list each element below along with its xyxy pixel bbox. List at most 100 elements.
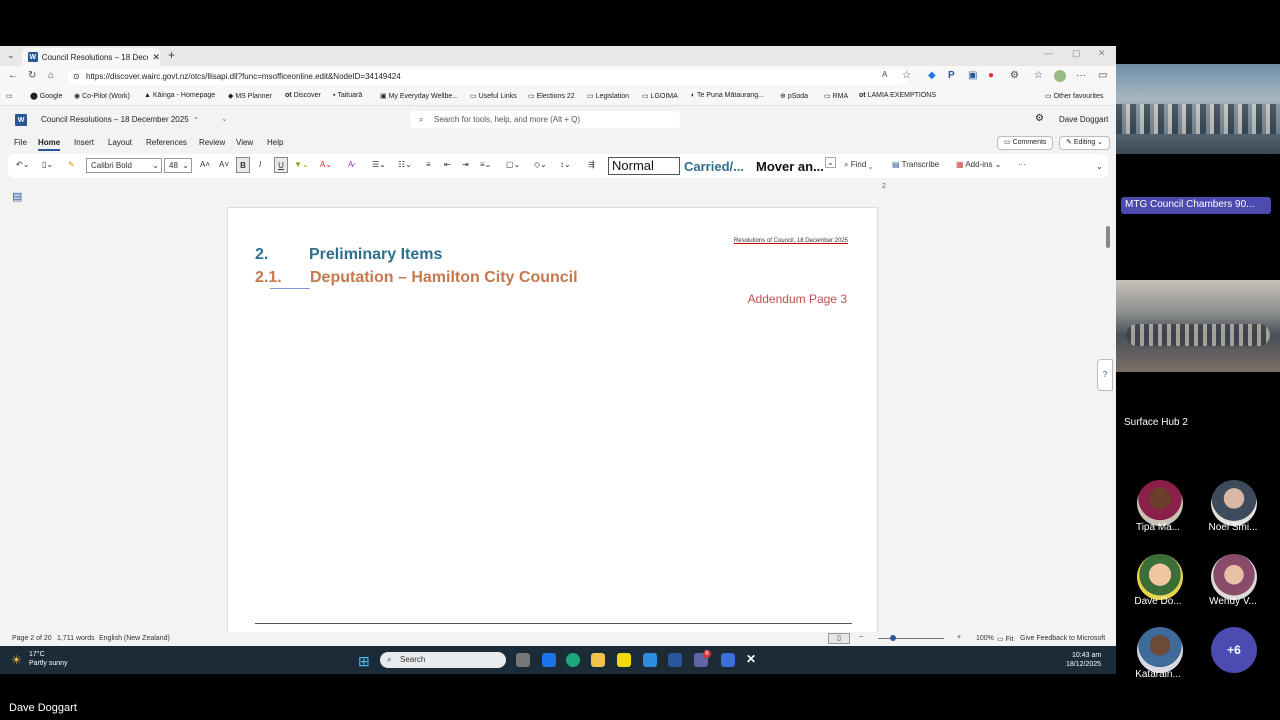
favourites-toggle-icon[interactable]: ▭ xyxy=(6,92,13,100)
extensions-icon[interactable]: ⚙ xyxy=(1010,70,1019,81)
clear-formatting-icon[interactable]: A̷ xyxy=(348,160,353,169)
word-taskbar-icon[interactable] xyxy=(668,653,682,667)
participant-avatar[interactable] xyxy=(1137,480,1183,526)
bullets-icon[interactable]: ☰⌄ xyxy=(372,160,386,169)
collections-icon[interactable]: ☆ xyxy=(1034,70,1043,81)
sidebar-icon[interactable]: ▭ xyxy=(1098,70,1107,81)
line-spacing-icon[interactable]: ↕⌄ xyxy=(560,160,571,169)
chat-icon[interactable] xyxy=(721,653,735,667)
tab-layout[interactable]: Layout xyxy=(108,138,132,147)
style-mover[interactable]: Mover an... xyxy=(756,159,824,174)
tab-file[interactable]: File xyxy=(14,138,27,147)
word-count[interactable]: 1,711 words xyxy=(57,635,95,642)
borders-icon[interactable]: ▢⌄ xyxy=(506,160,520,169)
participant-avatar[interactable] xyxy=(1211,554,1257,600)
find-button[interactable]: ⌕ Find ⌄ xyxy=(844,160,872,170)
vertical-scrollbar[interactable] xyxy=(1106,226,1110,248)
close-tab-icon[interactable]: ✕ xyxy=(152,52,160,63)
zoom-in-icon[interactable]: + xyxy=(957,634,961,641)
favourite-folder[interactable]: ▭ Legislation xyxy=(587,92,629,100)
clock-time[interactable]: 10:43 am xyxy=(1072,652,1101,659)
collapse-ribbon-icon[interactable]: ⌄ xyxy=(1096,162,1103,171)
task-view-icon[interactable] xyxy=(516,653,530,667)
favourite-item[interactable]: ◉ Co-Pilot (Work) xyxy=(74,92,130,100)
tab-home[interactable]: Home xyxy=(38,138,61,151)
more-participants-button[interactable]: +6 xyxy=(1211,627,1257,673)
underline-icon[interactable]: U xyxy=(274,157,288,173)
favourite-item[interactable]: ◆ MS Planner xyxy=(228,92,272,100)
participant-avatar[interactable] xyxy=(1211,480,1257,526)
other-favourites[interactable]: ▭ Other favourites xyxy=(1045,92,1103,100)
maximize-icon[interactable]: ▢ xyxy=(1072,48,1081,59)
zoom-slider[interactable] xyxy=(878,638,944,639)
weather-desc[interactable]: Partly sunny xyxy=(29,660,68,667)
shrink-font-icon[interactable]: A˅ xyxy=(219,160,229,169)
start-icon[interactable]: ⊞ xyxy=(358,653,370,670)
favourite-folder[interactable]: ▭ Useful Links xyxy=(470,92,517,100)
italic-icon[interactable]: I xyxy=(259,160,261,169)
help-tab-icon[interactable]: ? xyxy=(1097,359,1113,391)
grow-font-icon[interactable]: A˄ xyxy=(200,160,210,169)
language-status[interactable]: English (New Zealand) xyxy=(99,635,170,642)
favourite-item[interactable]: ◐ Te Puna Mātaurang... xyxy=(691,92,764,99)
bold-icon[interactable]: B xyxy=(236,157,250,173)
more-menu-icon[interactable]: ··· xyxy=(1076,70,1086,81)
file-explorer-icon[interactable] xyxy=(591,653,605,667)
extension-teams-icon[interactable]: ▣ xyxy=(968,70,977,81)
favourite-folder[interactable]: ▭ Elections 22 xyxy=(528,92,575,100)
font-name-select[interactable]: Calibri Bold ⌄ xyxy=(86,158,162,173)
site-info-icon[interactable]: ⊙ xyxy=(73,69,80,85)
extension-icon[interactable]: ◆ xyxy=(928,70,936,81)
addins-button[interactable]: ▦ Add-ins ⌄ xyxy=(956,160,1001,169)
new-tab-icon[interactable]: + xyxy=(168,48,175,62)
decrease-indent-icon[interactable]: ⇤ xyxy=(444,160,451,169)
profile-avatar[interactable] xyxy=(1054,70,1066,82)
weather-sun-icon[interactable]: ☀ xyxy=(11,653,22,667)
extension-p-icon[interactable]: P xyxy=(948,70,955,81)
x-app-icon[interactable]: ✕ xyxy=(746,652,756,666)
view-mode-icon[interactable]: ▯ xyxy=(828,633,850,644)
style-normal[interactable]: Normal xyxy=(608,157,680,175)
font-size-select[interactable]: 48 ⌄ xyxy=(164,158,192,173)
page-count[interactable]: Page 2 of 20 xyxy=(12,635,52,642)
settings-gear-icon[interactable]: ⚙ xyxy=(1035,113,1044,124)
extension-red-icon[interactable]: ● xyxy=(988,70,994,81)
favourite-item[interactable]: ⊕ pSoda xyxy=(780,92,808,100)
favourite-folder[interactable]: ▭ LGOIMA xyxy=(642,92,678,100)
multilevel-list-icon[interactable]: ≡ xyxy=(426,160,431,169)
transcribe-button[interactable]: ▤ Transcribe xyxy=(892,160,939,169)
align-icon[interactable]: ≡⌄ xyxy=(480,160,491,169)
browser-tab[interactable]: W Council Resolutions – 18 Decemb ✕ xyxy=(22,48,160,66)
chamber-video-tile[interactable] xyxy=(1116,280,1280,372)
outlook-icon[interactable] xyxy=(542,653,556,667)
refresh-icon[interactable]: ↻ xyxy=(28,70,36,81)
styles-chevron-icon[interactable]: ⌄ xyxy=(825,157,836,168)
home-icon[interactable]: ⌂ xyxy=(48,70,54,81)
increase-indent-icon[interactable]: ⇥ xyxy=(462,160,469,169)
tab-help[interactable]: Help xyxy=(267,138,283,147)
feedback-link[interactable]: Give Feedback to Microsoft xyxy=(1020,635,1105,642)
paragraph-icon[interactable]: ⇶ xyxy=(588,160,595,169)
favourite-item[interactable]: ▪ Taituarā xyxy=(333,92,362,99)
numbering-icon[interactable]: ☷⌄ xyxy=(398,160,412,169)
font-color-icon[interactable]: A⌄ xyxy=(320,160,332,169)
favourite-item[interactable]: ot LAMIA EXEMPTIONS xyxy=(859,92,936,99)
tab-insert[interactable]: Insert xyxy=(74,138,94,147)
zoom-slider-thumb[interactable] xyxy=(890,635,896,641)
zoom-out-icon[interactable]: − xyxy=(859,634,863,641)
favourite-folder[interactable]: ▭ RMA xyxy=(824,92,848,100)
favourite-item[interactable]: ▣ My Everyday Wellbe... xyxy=(380,92,458,100)
weather-temp[interactable]: 17°C xyxy=(29,651,45,658)
sticky-notes-icon[interactable] xyxy=(617,653,631,667)
favourite-item[interactable]: ot Discover xyxy=(285,92,321,99)
fit-button[interactable]: ▭ Fit xyxy=(997,635,1013,643)
style-carried[interactable]: Carried/... xyxy=(684,159,744,174)
read-aloud-icon[interactable]: A xyxy=(882,70,887,79)
undo-icon[interactable]: ↶⌄ xyxy=(16,160,29,169)
favourite-item[interactable]: ⬤ Google xyxy=(30,92,62,100)
participant-avatar[interactable] xyxy=(1137,627,1183,673)
tab-view[interactable]: View xyxy=(236,138,253,147)
format-painter-icon[interactable]: ✎ xyxy=(68,160,75,169)
favourite-item[interactable]: ▲ Kāinga - Homepage xyxy=(144,92,215,99)
highlight-icon[interactable]: ▼⌄ xyxy=(294,160,309,169)
